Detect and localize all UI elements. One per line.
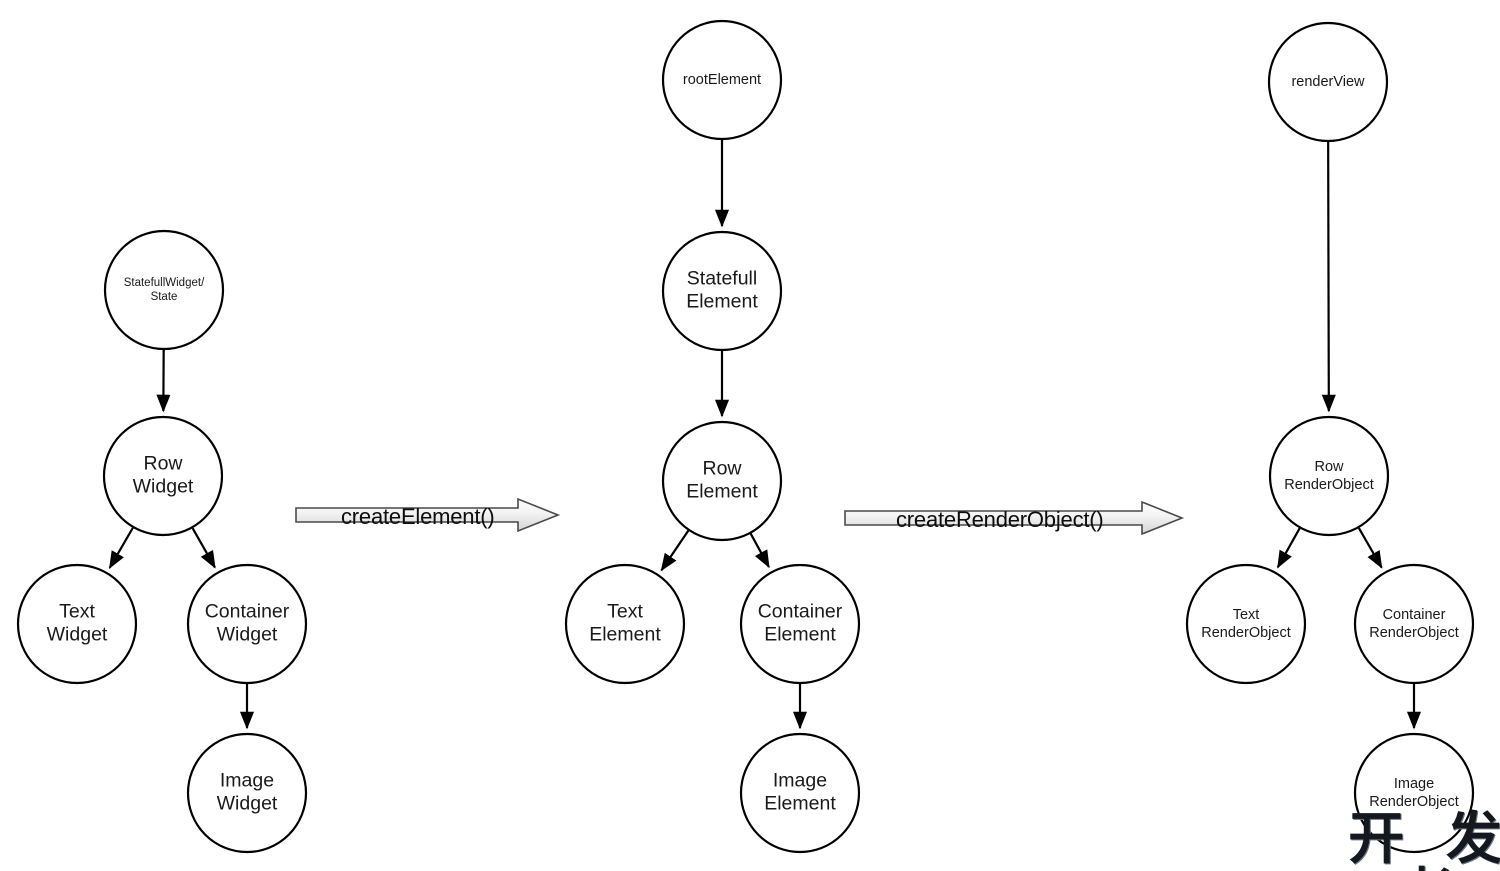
node-circle-statefull-widget [103, 229, 225, 351]
node-row-renderobject: Row RenderObject [1268, 415, 1390, 537]
node-label-row-element-line1: Row [702, 458, 742, 480]
node-label-statefull-widget-line2: State [151, 291, 178, 303]
node-label-row-widget-line1: Row [143, 453, 183, 475]
node-label-row-element-line2: Element [686, 481, 758, 503]
node-label-statefull-widget-line1: StatefullWidget/ [124, 277, 205, 289]
node-label-text-renderobject-line2: RenderObject [1201, 625, 1290, 641]
node-label-text-renderobject-line1: Text [1233, 607, 1260, 623]
node-label-text-widget-line2: Widget [47, 624, 108, 646]
node-statefull-element: StatefullElement [661, 230, 783, 352]
node-label-image-element-line2: Element [764, 793, 836, 815]
node-label-image-renderobject-line1: Image [1394, 776, 1434, 792]
node-label-container-renderobject-line2: RenderObject [1369, 625, 1458, 641]
diagram-canvas: StatefullWidget/State Row Widget Text Widget… [0, 0, 1500, 871]
edge-row-renderobject-to-text-renderobject [1276, 527, 1301, 569]
node-container-renderobject: Container RenderObject [1353, 563, 1475, 685]
node-text-element: TextElement [564, 563, 686, 685]
node-row-element: RowElement [661, 420, 783, 542]
node-container-widget: ContainerWidget [186, 563, 308, 685]
node-label-image-widget-line2: Widget [217, 793, 278, 815]
node-label-container-renderobject-line1: Container [1383, 607, 1446, 623]
node-label-image-renderobject-line2: RenderObject [1369, 794, 1458, 810]
node-image-widget: ImageWidget [186, 732, 308, 854]
create-renderobject-arrow-label: createRenderObject() [896, 507, 1104, 532]
node-root-element: rootElement [661, 19, 783, 141]
node-label-container-element-line2: Element [764, 624, 836, 646]
node-label-image-widget-line1: Image [220, 770, 274, 792]
node-render-view: renderView [1267, 21, 1389, 143]
node-container-element: ContainerElement [739, 563, 861, 685]
node-label-row-renderobject-line2: RenderObject [1284, 477, 1373, 493]
node-text-widget: TextWidget [16, 563, 138, 685]
diagram-svg: StatefullWidget/StateRowWidgetTextWidget… [16, 19, 1475, 854]
edge-row-widget-to-text-widget [108, 527, 134, 569]
node-statefull-widget: StatefullWidget/State [103, 229, 225, 351]
node-label-container-widget-line1: Container [205, 601, 290, 623]
node-label-container-widget-line2: Widget [217, 624, 278, 646]
edge-row-element-to-container-element [749, 533, 770, 569]
edge-row-widget-to-container-widget [191, 527, 216, 569]
edge-row-renderobject-to-container-renderobject [1357, 527, 1383, 569]
node-label-text-element-line1: Text [607, 601, 643, 623]
node-label-root-element-line1: rootElement [683, 72, 761, 88]
edge-row-element-to-text-element [660, 530, 690, 572]
node-row-widget: RowWidget [102, 415, 224, 537]
edge-render-view-to-row-renderobject [1321, 141, 1336, 413]
node-label-render-view-line1: renderView [1291, 74, 1365, 90]
node-label-statefull-element-line1: Statefull [687, 268, 757, 290]
node-label-container-element-line1: Container [758, 601, 843, 623]
node-label-row-widget-line2: Widget [133, 476, 194, 498]
node-image-element: ImageElement [739, 732, 861, 854]
node-label-statefull-element-line2: Element [686, 291, 758, 313]
node-label-row-renderobject-line1: Row [1314, 459, 1344, 475]
site-watermark: 开 发 者 DevZe.CoM [1318, 812, 1500, 871]
node-text-renderobject: Text RenderObject [1185, 563, 1307, 685]
nodes-group: StatefullWidget/StateRowWidgetTextWidget… [16, 19, 1475, 854]
create-element-arrow-label: createElement() [341, 504, 495, 529]
node-label-text-widget-line1: Text [59, 601, 95, 623]
node-label-text-element-line2: Element [589, 624, 661, 646]
watermark-cn-text: 开 发 者 [1348, 809, 1500, 871]
node-label-image-element-line1: Image [773, 770, 827, 792]
